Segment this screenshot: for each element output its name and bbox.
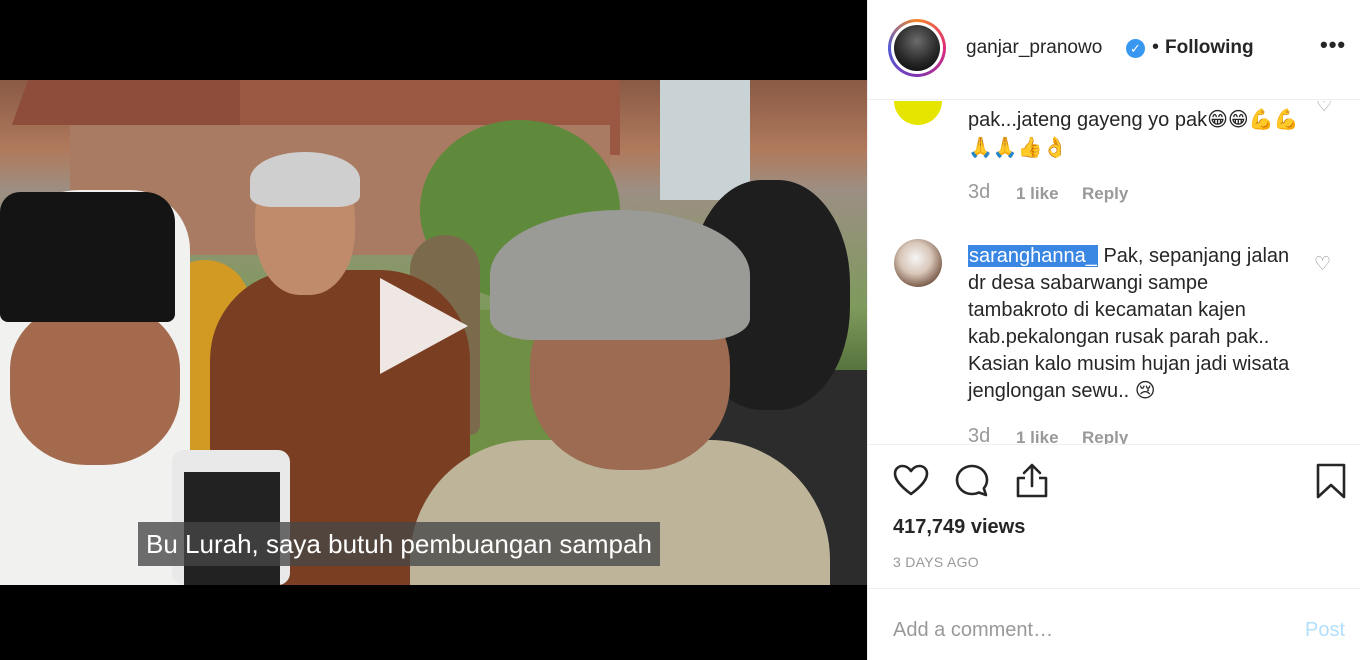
comment-input[interactable]: Add a comment… <box>893 619 1053 642</box>
comment-icon[interactable] <box>952 461 992 501</box>
verified-badge-icon: ✓ <box>1126 39 1145 58</box>
heart-icon[interactable] <box>891 461 931 501</box>
comment-avatar[interactable] <box>894 101 942 125</box>
media-pane: Bu Lurah, saya butuh pembuangan sampah <box>0 0 867 660</box>
comment-list[interactable]: ♡ pak...jateng gayeng yo pak😁😁💪💪🙏🙏👍👌 3d … <box>868 101 1360 444</box>
comment-age: 3d <box>968 181 991 203</box>
username-link[interactable]: ganjar_pranowo <box>966 37 1102 59</box>
comment-body: saranghanna_ Pak, sepanjang jalan dr des… <box>968 243 1308 405</box>
comment-text: pak...jateng gayeng yo pak😁😁💪💪🙏🙏👍👌 <box>968 109 1299 159</box>
share-icon[interactable] <box>1012 461 1052 501</box>
comment-avatar[interactable] <box>894 239 942 287</box>
post-button[interactable]: Post <box>1305 619 1345 642</box>
comment-likes[interactable]: 1 like <box>1016 184 1059 204</box>
comment-username[interactable]: saranghanna_ <box>968 245 1098 267</box>
view-count[interactable]: 417,749 views <box>893 516 1025 539</box>
heart-small-icon[interactable]: ♡ <box>1314 253 1331 276</box>
video-player[interactable]: Bu Lurah, saya butuh pembuangan sampah <box>0 80 867 585</box>
comment-likes[interactable]: 1 like <box>1016 428 1059 444</box>
video-subtitle: Bu Lurah, saya butuh pembuangan sampah <box>138 522 660 566</box>
avatar[interactable] <box>888 19 946 77</box>
reply-button[interactable]: Reply <box>1082 184 1128 204</box>
separator-dot: • <box>1152 36 1160 58</box>
action-bar: 417,749 views 3 DAYS AGO <box>868 444 1360 589</box>
heart-small-icon[interactable]: ♡ <box>1316 101 1332 116</box>
following-button[interactable]: Following <box>1165 37 1254 59</box>
more-options-icon[interactable]: ••• <box>1320 32 1346 58</box>
bookmark-icon[interactable] <box>1311 461 1351 501</box>
post-header: ganjar_pranowo ✓ • Following ••• <box>868 0 1360 100</box>
comment-composer: Add a comment… Post <box>868 588 1360 660</box>
post-sidebar: ganjar_pranowo ✓ • Following ••• ♡ pak..… <box>867 0 1360 660</box>
comment-age: 3d <box>968 425 991 444</box>
play-icon[interactable] <box>380 278 468 374</box>
post-date: 3 DAYS AGO <box>893 554 979 570</box>
comment-text: Pak, sepanjang jalan dr desa sabarwangi … <box>968 245 1290 402</box>
reply-button[interactable]: Reply <box>1082 428 1128 444</box>
